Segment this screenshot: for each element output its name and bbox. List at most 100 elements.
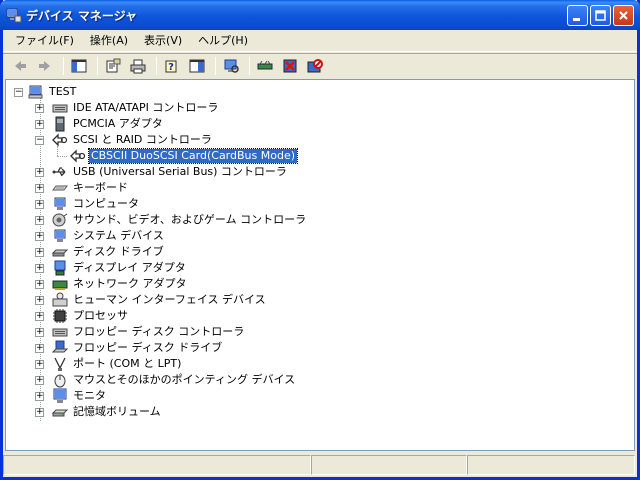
- mouse-icon: [54, 374, 66, 388]
- expand-toggle[interactable]: +: [35, 344, 44, 353]
- tree-item[interactable]: + コンピュータ: [35, 196, 141, 212]
- tree-item[interactable]: + PCMCIA アダプタ: [35, 116, 165, 132]
- tree-item[interactable]: + システム デバイス: [35, 228, 166, 244]
- pcmcia-icon: [55, 116, 65, 132]
- expand-toggle[interactable]: +: [35, 104, 44, 113]
- tree-item[interactable]: + キーボード: [35, 180, 130, 196]
- expand-toggle[interactable]: +: [35, 200, 44, 209]
- back-icon: [15, 61, 26, 71]
- expand-toggle[interactable]: +: [35, 312, 44, 321]
- network-adapter-icon: [52, 280, 68, 290]
- expand-toggle[interactable]: +: [35, 184, 44, 193]
- tree-item[interactable]: + ディスプレイ アダプタ: [35, 260, 188, 276]
- expand-toggle[interactable]: +: [35, 376, 44, 385]
- close-button[interactable]: [613, 5, 634, 26]
- console-tree-button[interactable]: [68, 55, 90, 77]
- maximize-button[interactable]: [590, 5, 611, 26]
- hid-icon: [52, 292, 68, 307]
- scan-hardware-button[interactable]: [220, 55, 242, 77]
- tree-item-label: USB (Universal Serial Bus) コントローラ: [73, 165, 287, 178]
- computer-icon: [54, 197, 66, 210]
- expand-toggle[interactable]: +: [35, 360, 44, 369]
- usb-icon: [52, 167, 66, 177]
- floppy-controller-icon: [52, 328, 68, 337]
- toolbar-separator: [249, 57, 250, 75]
- collapse-toggle[interactable]: −: [14, 88, 23, 97]
- display-adapter-icon: [54, 260, 66, 276]
- title-bar[interactable]: デバイス マネージャ: [0, 0, 640, 30]
- monitor-icon: [53, 388, 67, 403]
- tree-item[interactable]: + ディスク ドライブ: [35, 244, 166, 260]
- expand-toggle[interactable]: +: [35, 280, 44, 289]
- expand-toggle[interactable]: +: [35, 264, 44, 273]
- tree-item[interactable]: + フロッピー ディスク ドライブ: [35, 340, 224, 356]
- tree-item[interactable]: + モニタ: [35, 388, 108, 404]
- tree-item[interactable]: + フロッピー ディスク コントローラ: [35, 324, 246, 340]
- disk-drive-icon: [52, 249, 68, 257]
- update-driver-button[interactable]: [254, 55, 276, 77]
- tree-item[interactable]: + ネットワーク アダプタ: [35, 276, 189, 292]
- device-manager-window: デバイス マネージャ ファイル(F) 操作(A) 表示(V) ヘルプ(H) ? …: [0, 0, 640, 480]
- tree-item[interactable]: + サウンド、ビデオ、およびゲーム コントローラ: [35, 212, 308, 228]
- tree-item[interactable]: + USB (Universal Serial Bus) コントローラ: [35, 164, 289, 180]
- root-label: TEST: [49, 85, 77, 98]
- help-button[interactable]: ?: [161, 55, 183, 77]
- tree-item[interactable]: + ポート (COM と LPT): [35, 356, 183, 372]
- uninstall-button[interactable]: [279, 55, 301, 77]
- expand-toggle[interactable]: +: [35, 232, 44, 241]
- toolbar-separator: [63, 57, 64, 75]
- print-button[interactable]: [127, 55, 149, 77]
- tree-item[interactable]: + 記憶域ボリューム: [35, 404, 163, 420]
- keyboard-icon: [52, 185, 68, 191]
- tree-item-label: サウンド、ビデオ、およびゲーム コントローラ: [73, 213, 307, 226]
- toolbar: ?: [3, 53, 637, 78]
- tree-item-label: IDE ATA/ATAPI コントローラ: [73, 101, 219, 114]
- console-tree-icon: [71, 59, 87, 73]
- show-hide-button[interactable]: [186, 55, 208, 77]
- scsi-icon: [70, 149, 86, 163]
- properties-button[interactable]: [102, 55, 124, 77]
- tree-item[interactable]: CBSCII DuoSCSI Card(CardBus Mode): [54, 148, 299, 164]
- port-icon: [54, 357, 66, 371]
- help-icon: ?: [165, 60, 177, 73]
- toolbar-separator: [215, 57, 216, 75]
- expand-toggle[interactable]: +: [35, 248, 44, 257]
- disable-button[interactable]: [304, 55, 326, 77]
- tree-item[interactable]: + IDE ATA/ATAPI コントローラ: [35, 100, 220, 116]
- menu-help[interactable]: ヘルプ(H): [192, 31, 254, 51]
- expand-toggle[interactable]: +: [35, 216, 44, 225]
- system-device-icon: [54, 229, 66, 242]
- tree-item-label: SCSI と RAID コントローラ: [73, 133, 212, 146]
- show-hide-icon: [189, 59, 205, 73]
- expand-toggle[interactable]: +: [35, 328, 44, 337]
- menu-bar: ファイル(F) 操作(A) 表示(V) ヘルプ(H): [3, 30, 637, 52]
- forward-button[interactable]: [34, 55, 56, 77]
- update-driver-icon: [257, 60, 273, 70]
- tree-item-label: フロッピー ディスク ドライブ: [73, 341, 223, 354]
- device-tree[interactable]: − TEST + IDE ATA/ATAPI コントローラ + PCMCIA アダプタ…: [5, 79, 635, 451]
- tree-item-label: プロセッサ: [73, 309, 128, 322]
- tree-root[interactable]: − TEST: [12, 84, 78, 100]
- svg-text:?: ?: [168, 62, 174, 73]
- menu-view[interactable]: 表示(V): [138, 31, 188, 51]
- minimize-button[interactable]: [567, 5, 588, 26]
- toolbar-separator: [156, 57, 157, 75]
- tree-item[interactable]: + マウスとそのほかのポインティング デバイス: [35, 372, 297, 388]
- menu-file[interactable]: ファイル(F): [9, 31, 80, 51]
- collapse-toggle[interactable]: −: [35, 136, 44, 145]
- tree-item-label: コンピュータ: [73, 197, 139, 210]
- computer-icon: [28, 85, 43, 99]
- tree-item[interactable]: + プロセッサ: [35, 308, 130, 324]
- tree-item-label: ヒューマン インターフェイス デバイス: [73, 293, 266, 306]
- tree-item[interactable]: + ヒューマン インターフェイス デバイス: [35, 292, 268, 308]
- expand-toggle[interactable]: +: [35, 168, 44, 177]
- back-button[interactable]: [9, 55, 31, 77]
- properties-icon: [106, 58, 121, 73]
- expand-toggle[interactable]: +: [35, 296, 44, 305]
- menu-action[interactable]: 操作(A): [84, 31, 134, 51]
- expand-toggle[interactable]: +: [35, 408, 44, 417]
- tree-item-label: キーボード: [73, 181, 128, 194]
- expand-toggle[interactable]: +: [35, 120, 44, 129]
- tree-item[interactable]: − SCSI と RAID コントローラ: [35, 132, 214, 148]
- expand-toggle[interactable]: +: [35, 392, 44, 401]
